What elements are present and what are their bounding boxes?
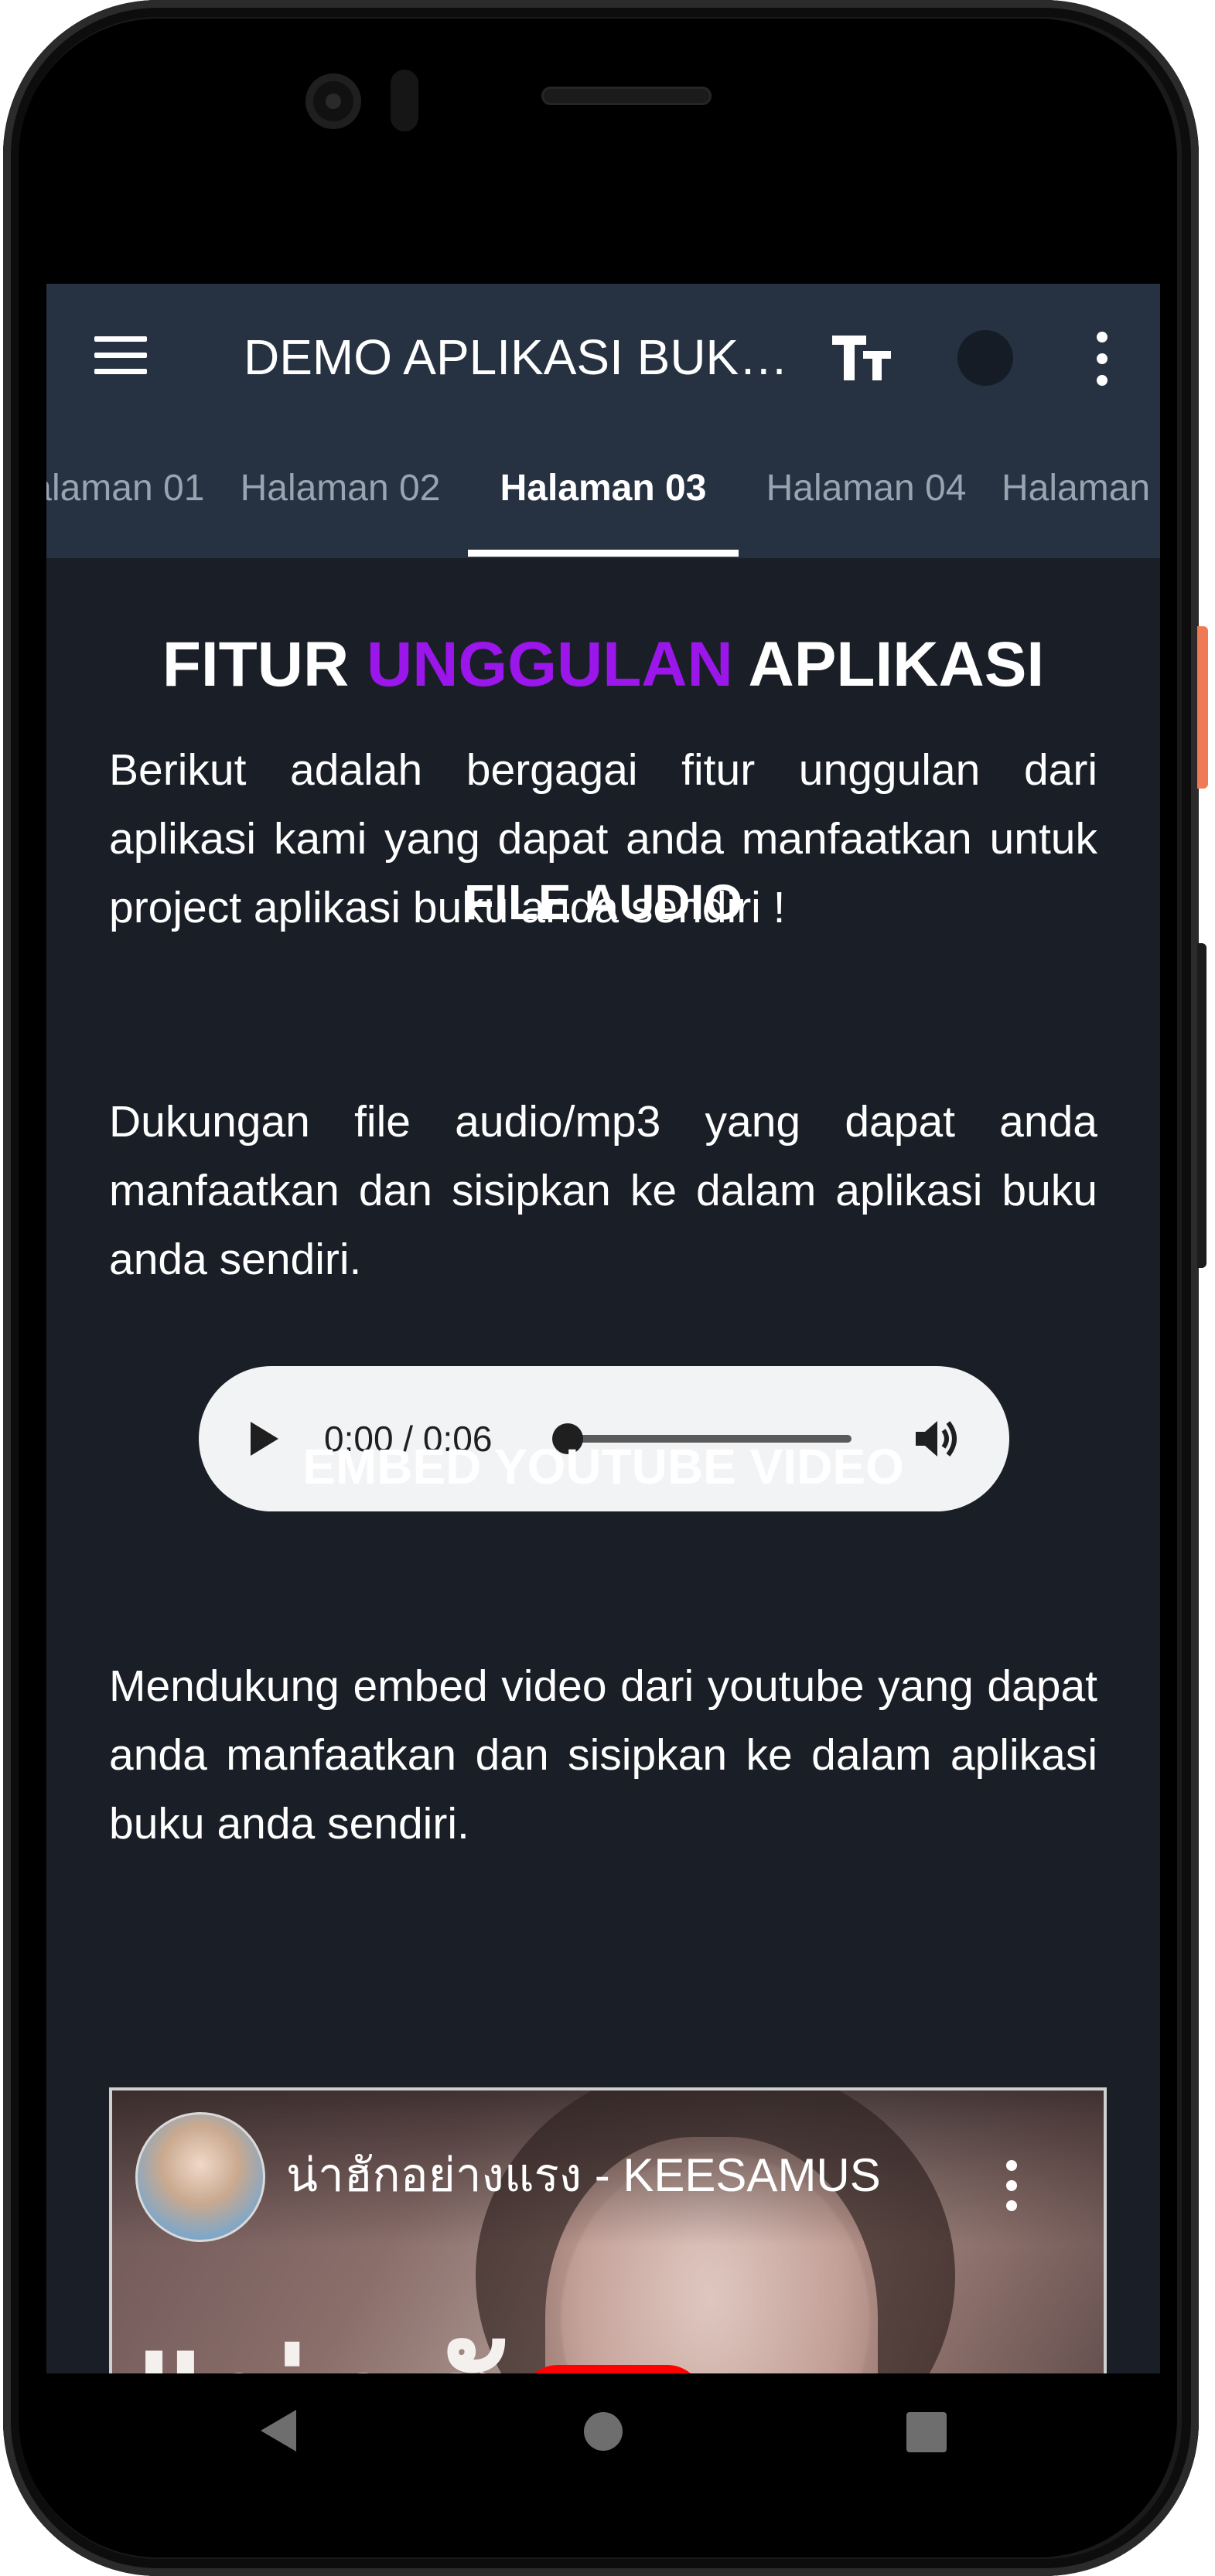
channel-avatar[interactable] <box>135 2112 265 2242</box>
proximity-sensor <box>391 70 418 131</box>
page-content: FITUR UNGGULAN APLIKASI Berikut adalah b… <box>46 558 1160 2474</box>
video-description: Mendukung embed video dari youtube yang … <box>109 1661 1097 1849</box>
recents-square-icon[interactable] <box>906 2412 947 2452</box>
audio-section-title: FILE AUDIO <box>463 874 743 930</box>
heading-text-1: FITUR <box>162 629 367 700</box>
status-bar <box>46 151 1160 284</box>
tab-bar: Halaman 01 Halaman 02 Halaman 03 Halaman… <box>46 431 1160 558</box>
tab-halaman-04[interactable]: Halaman 04 <box>750 431 982 558</box>
text-size-icon[interactable] <box>828 326 897 388</box>
video-more-icon[interactable] <box>1004 2160 1019 2211</box>
video-title[interactable]: น่าฮักอย่างแรง - KEESAMUS <box>286 2145 881 2206</box>
video-section-title: EMBED YOUTUBE VIDEO <box>302 1439 904 1494</box>
heading-accent-text: UNGGULAN <box>367 629 733 700</box>
tab-halaman-02[interactable]: Halaman 02 <box>224 431 456 558</box>
more-vertical-icon[interactable] <box>1094 332 1110 386</box>
volume-button <box>1197 943 1206 1268</box>
tab-halaman-01[interactable]: Halaman 01 <box>46 431 217 558</box>
active-tab-indicator <box>468 550 739 557</box>
home-circle-icon[interactable] <box>584 2412 623 2451</box>
front-camera <box>305 73 361 129</box>
earpiece-speaker <box>541 87 712 105</box>
app-title: DEMO APLIKASI BUKU DIGITAL <box>244 330 800 384</box>
screen: DEMO APLIKASI BUKU DIGITAL Halaman 01 Ha… <box>46 151 1160 2493</box>
tab-halaman-05[interactable]: Halaman 05 <box>1002 431 1160 558</box>
power-button <box>1197 626 1208 789</box>
dark-mode-dot-icon[interactable] <box>957 330 1013 386</box>
back-triangle-icon[interactable] <box>259 2408 298 2457</box>
heading-text-2: APLIKASI <box>732 629 1045 700</box>
app-bar: DEMO APLIKASI BUKU DIGITAL <box>46 284 1160 431</box>
navigation-bar <box>46 2373 1160 2493</box>
tab-halaman-03[interactable]: Halaman 03 <box>468 431 739 558</box>
page-heading: FITUR UNGGULAN APLIKASI <box>46 626 1160 704</box>
hamburger-menu-icon[interactable] <box>94 336 147 375</box>
audio-description: Dukungan file audio/mp3 yang dapat anda … <box>109 1097 1097 1284</box>
